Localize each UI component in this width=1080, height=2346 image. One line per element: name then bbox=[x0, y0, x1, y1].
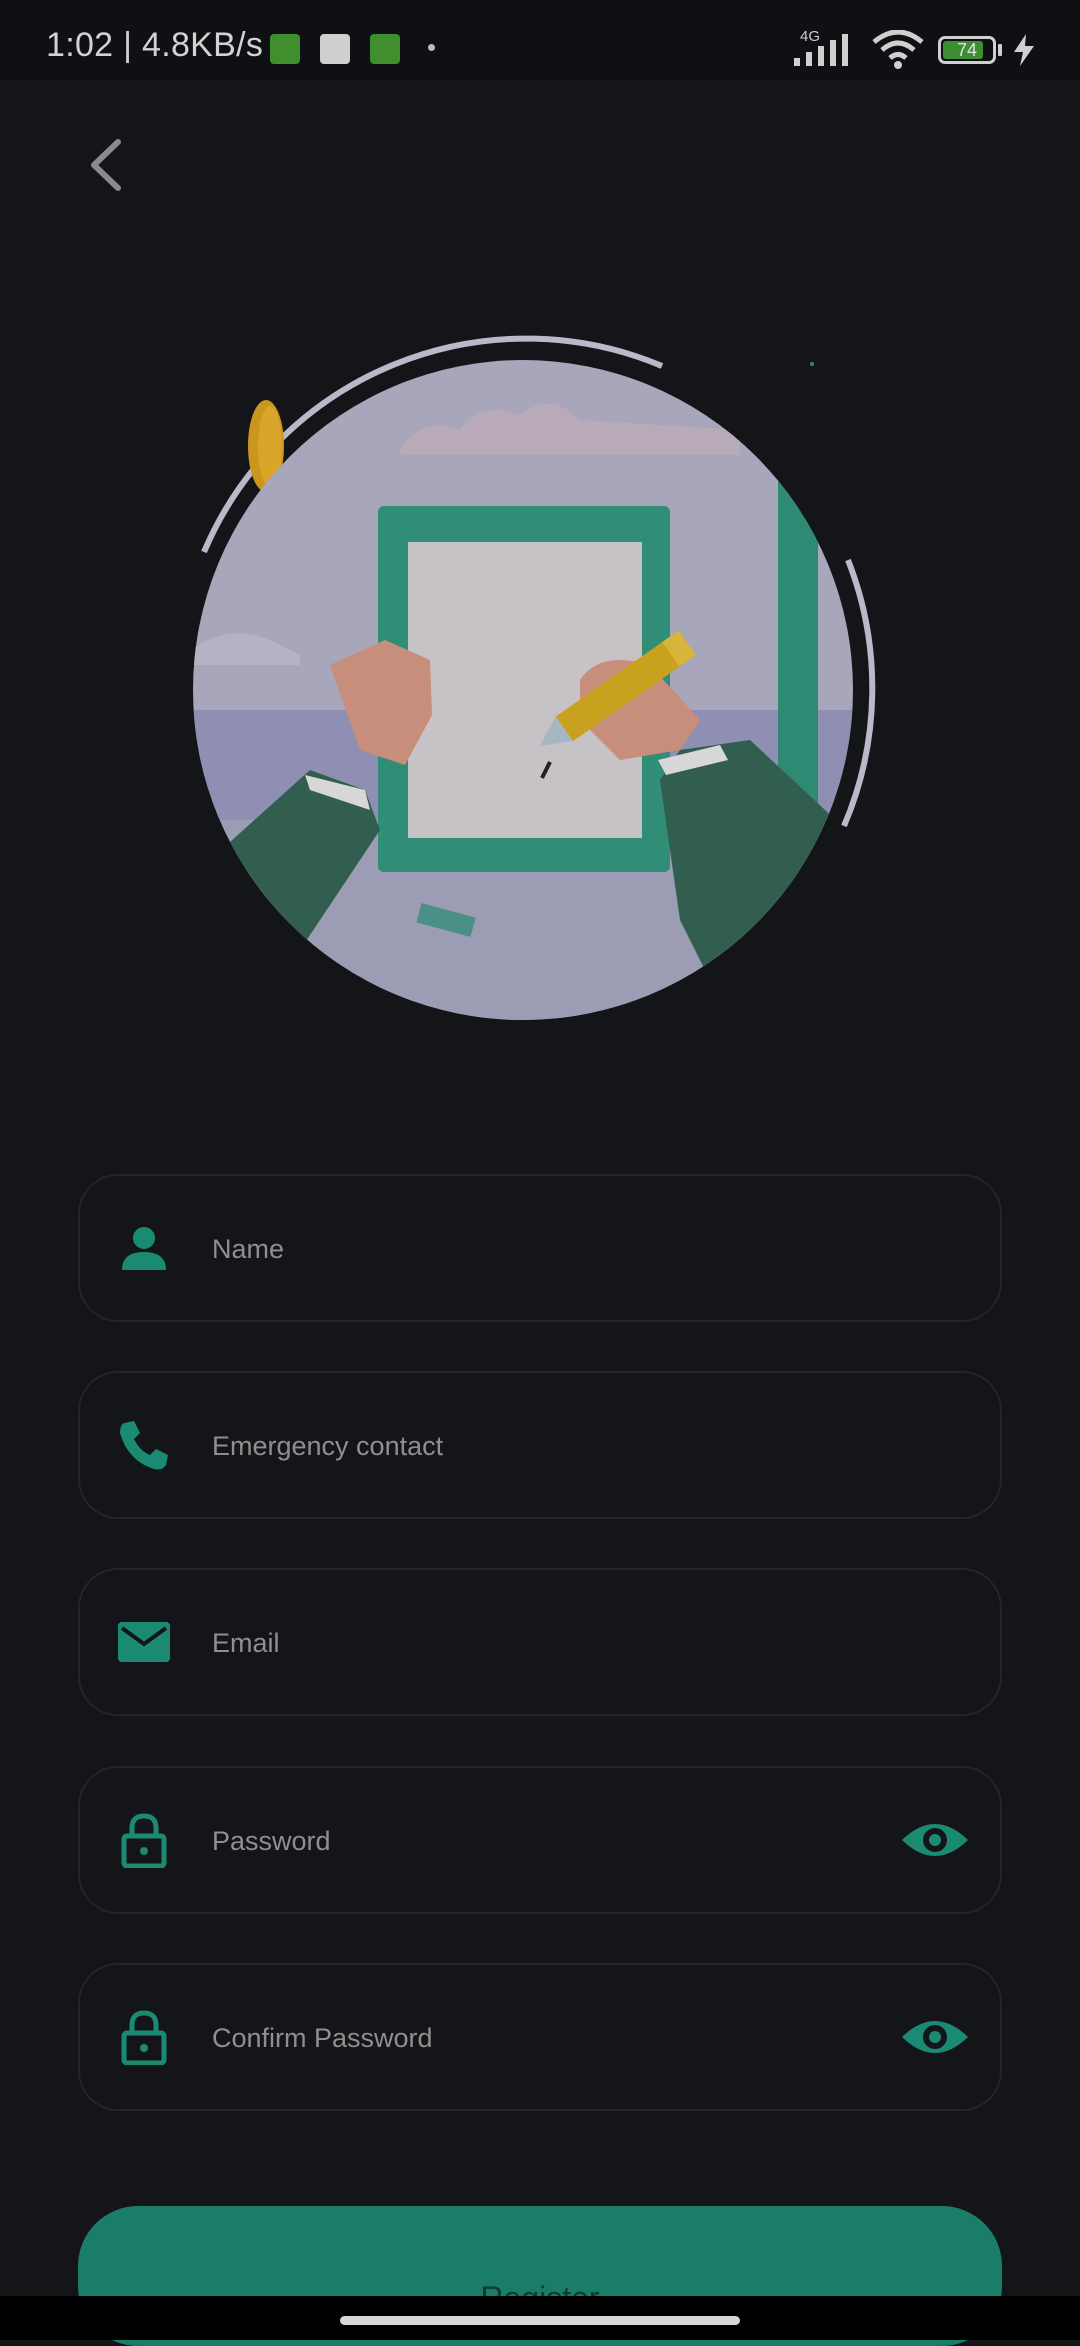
email-input[interactable] bbox=[210, 1610, 854, 1676]
android-app-icon-2 bbox=[370, 34, 400, 64]
confirm-password-input[interactable] bbox=[210, 2005, 854, 2071]
mail-icon bbox=[118, 1622, 170, 1662]
emergency-contact-field[interactable] bbox=[78, 1371, 1002, 1519]
signup-illustration bbox=[193, 335, 876, 1020]
notification-dot bbox=[428, 44, 435, 51]
password-field[interactable] bbox=[78, 1766, 1002, 1914]
lock-icon bbox=[121, 1813, 167, 1868]
back-button[interactable] bbox=[70, 130, 140, 200]
android-app-icon bbox=[270, 34, 300, 64]
back-arrow-icon bbox=[91, 139, 121, 191]
play-store-icon bbox=[320, 34, 350, 64]
show-password-eye-icon[interactable] bbox=[900, 1812, 970, 1868]
person-icon bbox=[122, 1227, 166, 1270]
email-field[interactable] bbox=[78, 1568, 1002, 1716]
wifi-icon bbox=[872, 30, 924, 69]
emergency-contact-input[interactable] bbox=[210, 1413, 854, 1479]
phone-icon bbox=[120, 1421, 168, 1470]
show-confirm-password-eye-icon[interactable] bbox=[900, 2009, 970, 2065]
name-field[interactable] bbox=[78, 1174, 1002, 1322]
confirm-password-field[interactable] bbox=[78, 1963, 1002, 2111]
name-input[interactable] bbox=[210, 1216, 854, 1282]
status-bar: 1:02 | 4.8KB/s 4G 74 bbox=[0, 0, 1080, 80]
home-indicator[interactable] bbox=[340, 2316, 740, 2325]
charging-icon bbox=[1014, 34, 1034, 66]
password-input[interactable] bbox=[210, 1808, 854, 1874]
battery-icon: 74 bbox=[938, 36, 996, 64]
status-time: 1:02 | 4.8KB/s bbox=[46, 26, 264, 64]
battery-level: 74 bbox=[956, 40, 978, 60]
lock-icon bbox=[121, 2010, 167, 2065]
signal-icon bbox=[794, 34, 848, 66]
